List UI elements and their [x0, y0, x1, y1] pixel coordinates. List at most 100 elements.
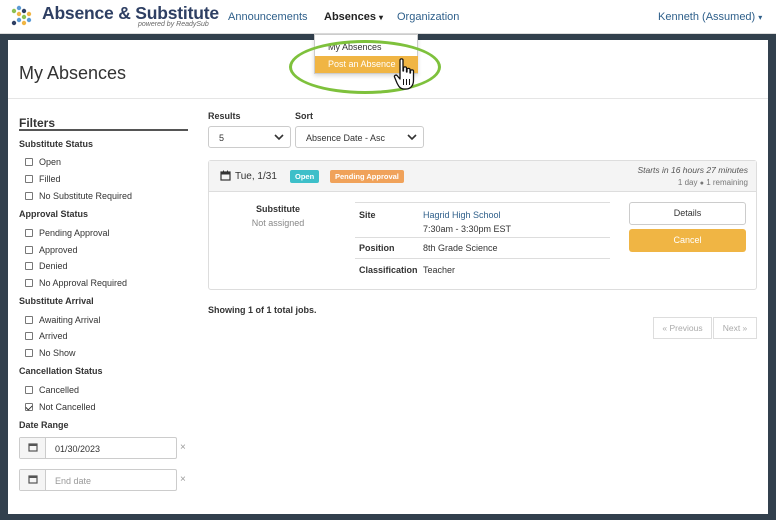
filter-group-substitute-status: Substitute Status	[19, 139, 94, 149]
sort-select[interactable]: Absence Date - Asc	[295, 126, 424, 148]
filter-option-label: Pending Approval	[39, 228, 110, 238]
filter-option-label: Awaiting Arrival	[39, 315, 101, 325]
filter-open[interactable]: Open	[25, 157, 61, 167]
calendar-icon	[20, 438, 46, 458]
filters-title: Filters	[19, 116, 56, 130]
brand-subtitle: powered by ReadySub	[138, 21, 209, 28]
checkbox[interactable]	[25, 229, 33, 237]
substitute-value: Not assigned	[251, 218, 305, 228]
user-name: Kenneth (Assumed)	[658, 11, 756, 23]
filter-group-approval-status: Approval Status	[19, 209, 89, 219]
filter-filled[interactable]: Filled	[25, 174, 61, 184]
date-range-label: Date Range	[19, 420, 69, 430]
filter-option-label: No Show	[39, 348, 76, 358]
filter-awaiting-arrival[interactable]: Awaiting Arrival	[25, 315, 100, 325]
brand-logo[interactable]: Absence & Substitute powered by ReadySub	[10, 3, 219, 31]
main-panel: My Absences Filters Substitute Status Op…	[8, 40, 768, 514]
calendar-icon	[220, 170, 231, 181]
checkbox[interactable]	[25, 386, 33, 394]
detail-row-position: Position 8th Grade Science	[355, 237, 610, 258]
checkbox[interactable]	[25, 332, 33, 340]
checkbox[interactable]	[25, 316, 33, 324]
clear-end-date-icon[interactable]: ×	[180, 474, 186, 485]
nav-absences[interactable]: Absences ▾	[324, 11, 383, 23]
checkbox[interactable]	[25, 192, 33, 200]
filter-option-label: Approved	[39, 245, 78, 255]
nav-organization[interactable]: Organization	[397, 11, 459, 23]
checkbox[interactable]	[25, 349, 33, 357]
checkbox[interactable]	[25, 158, 33, 166]
filter-option-label: No Substitute Required	[39, 191, 133, 201]
chevron-down-icon	[407, 134, 417, 141]
results-label: Results	[208, 111, 241, 121]
filter-not-cancelled[interactable]: Not Cancelled	[25, 402, 96, 412]
filter-no-show[interactable]: No Show	[25, 348, 76, 358]
hand-pointer-icon	[393, 58, 415, 90]
top-navbar: Absence & Substitute powered by ReadySub…	[0, 0, 776, 34]
filter-pending-approval[interactable]: Pending Approval	[25, 228, 110, 238]
filter-option-label: Cancelled	[39, 385, 80, 395]
filter-option-label: Denied	[39, 261, 68, 271]
duration-info: 1 day ● 1 remaining	[678, 178, 748, 187]
previous-page-button[interactable]: « Previous	[653, 317, 712, 339]
menu-item-my-absences[interactable]: My Absences	[315, 39, 418, 56]
sort-value: Absence Date - Asc	[306, 133, 386, 143]
next-page-button[interactable]: Next »	[713, 317, 757, 339]
clear-start-date-icon[interactable]: ×	[180, 442, 186, 453]
cancel-button[interactable]: Cancel	[629, 229, 746, 252]
results-value: 5	[219, 133, 225, 143]
absence-date: Tue, 1/31	[235, 171, 277, 182]
user-menu[interactable]: Kenneth (Assumed) ▾	[658, 11, 762, 23]
classification-value: Teacher	[423, 265, 456, 275]
checkbox[interactable]	[25, 262, 33, 270]
divider	[8, 98, 768, 99]
filter-no-approval-required[interactable]: No Approval Required	[25, 278, 127, 288]
logo-dots-icon	[11, 5, 32, 26]
detail-row-classification: Classification Teacher	[355, 258, 610, 280]
filter-no-substitute-required[interactable]: No Substitute Required	[25, 191, 132, 201]
page-title: My Absences	[19, 63, 127, 83]
filter-group-substitute-arrival: Substitute Arrival	[19, 296, 94, 306]
filter-option-label: No Approval Required	[39, 278, 128, 288]
position-value: 8th Grade Science	[423, 243, 498, 253]
filter-group-cancellation-status: Cancellation Status	[19, 366, 103, 376]
substitute-label: Substitute	[256, 204, 300, 214]
filter-arrived[interactable]: Arrived	[25, 331, 68, 341]
caret-down-icon: ▾	[378, 13, 383, 22]
bullet-separator: ●	[699, 180, 704, 187]
checkbox[interactable]	[25, 279, 33, 287]
start-date-value: 01/30/2023	[55, 444, 101, 454]
end-date-placeholder: End date	[55, 476, 92, 486]
absence-card-header: Tue, 1/31 Open Pending Approval Starts i…	[209, 161, 756, 192]
status-badge-pending: Pending Approval	[330, 170, 404, 183]
caret-down-icon: ▾	[758, 13, 763, 22]
filter-approved[interactable]: Approved	[25, 245, 78, 255]
checkbox[interactable]	[25, 246, 33, 254]
chevron-down-icon	[274, 134, 284, 141]
start-date-field[interactable]: 01/30/2023	[19, 437, 177, 459]
duration: 1 day	[677, 178, 698, 187]
filter-option-label: Open	[39, 157, 62, 167]
details-button[interactable]: Details	[629, 202, 746, 225]
filter-denied[interactable]: Denied	[25, 261, 68, 271]
filter-option-label: Filled	[39, 174, 61, 184]
filter-cancelled[interactable]: Cancelled	[25, 385, 79, 395]
classification-label: Classification	[359, 265, 418, 275]
status-badge-open: Open	[290, 170, 320, 183]
detail-row-site: Site Hagrid High School 7:30am - 3:30pm …	[355, 202, 610, 237]
results-summary: Showing 1 of 1 total jobs.	[208, 305, 317, 315]
remaining: 1 remaining	[706, 178, 748, 187]
calendar-icon	[20, 470, 46, 490]
site-label: Site	[359, 210, 376, 220]
site-time: 7:30am - 3:30pm EST	[423, 224, 512, 234]
nav-announcements[interactable]: Announcements	[228, 11, 308, 23]
sort-label: Sort	[295, 111, 313, 121]
checkbox[interactable]	[25, 175, 33, 183]
nav-absences-label: Absences	[324, 11, 376, 23]
results-select[interactable]: 5	[208, 126, 291, 148]
filter-option-label: Not Cancelled	[39, 402, 96, 412]
divider	[19, 129, 188, 131]
end-date-field[interactable]: End date	[19, 469, 177, 491]
checkbox-checked[interactable]	[25, 403, 33, 411]
site-link[interactable]: Hagrid High School	[423, 210, 501, 220]
